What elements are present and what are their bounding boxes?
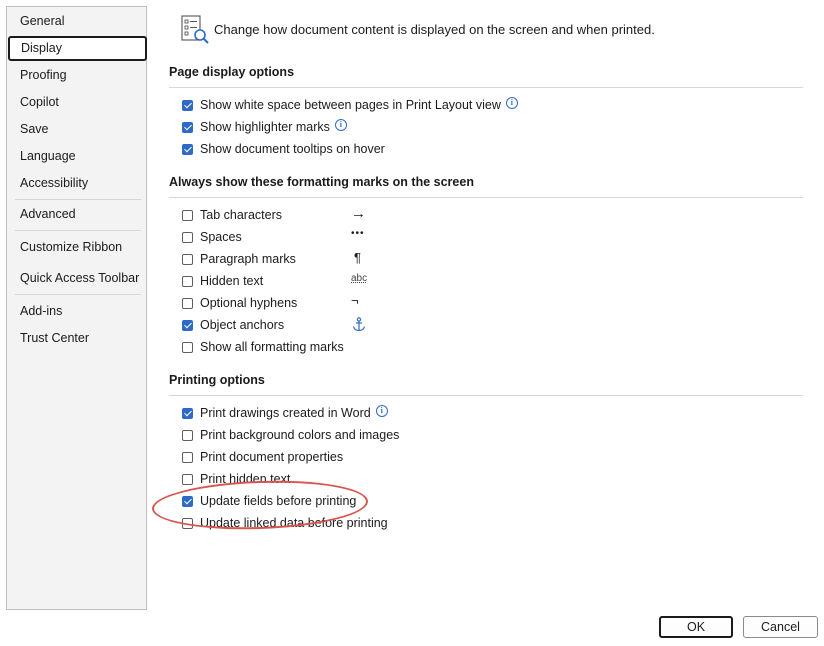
option-label: Print background colors and images — [200, 428, 400, 442]
info-icon[interactable]: i — [375, 404, 388, 417]
option-label: Print hidden text — [200, 472, 291, 486]
checkbox[interactable] — [182, 341, 193, 353]
nav-general[interactable]: General — [7, 9, 146, 34]
option-print-background[interactable]: Print background colors and images — [182, 426, 399, 444]
option-show-document-tooltips[interactable]: Show document tooltips on hover — [182, 140, 385, 158]
nav-language[interactable]: Language — [7, 144, 146, 169]
option-show-all-formatting-marks[interactable]: Show all formatting marks — [182, 338, 344, 356]
nav-copilot[interactable]: Copilot — [7, 90, 146, 115]
checkbox[interactable] — [182, 517, 193, 529]
option-label: Show document tooltips on hover — [200, 142, 385, 156]
option-print-document-properties[interactable]: Print document properties — [182, 448, 343, 466]
section-divider — [169, 87, 803, 88]
options-sidebar: General Display Proofing Copilot Save La… — [6, 6, 147, 610]
display-options-icon — [181, 15, 209, 45]
checkbox[interactable] — [182, 451, 193, 463]
nav-customize-ribbon[interactable]: Customize Ribbon — [7, 235, 146, 260]
checkbox[interactable] — [182, 297, 193, 309]
option-label: Update fields before printing — [200, 494, 357, 508]
nav-save[interactable]: Save — [7, 117, 146, 142]
nav-trust-center[interactable]: Trust Center — [7, 326, 146, 351]
anchor-icon — [352, 317, 366, 335]
option-show-white-space[interactable]: Show white space between pages in Print … — [182, 96, 518, 114]
nav-accessibility[interactable]: Accessibility — [7, 171, 146, 196]
checkbox[interactable] — [182, 99, 193, 111]
option-show-highlighter-marks[interactable]: Show highlighter marks i — [182, 118, 347, 136]
checkbox[interactable] — [182, 429, 193, 441]
option-label: Object anchors — [200, 318, 285, 332]
option-label: Spaces — [200, 230, 242, 244]
nav-divider — [15, 199, 141, 200]
option-label: Print document properties — [200, 450, 344, 464]
option-print-hidden-text[interactable]: Print hidden text — [182, 470, 290, 488]
checkbox[interactable] — [182, 275, 193, 287]
checkbox[interactable] — [182, 407, 193, 419]
checkbox[interactable] — [182, 319, 193, 331]
section-title-page-display: Page display options — [169, 65, 295, 79]
nav-advanced[interactable]: Advanced — [7, 202, 146, 227]
section-divider — [169, 395, 803, 396]
option-label: Show highlighter marks — [200, 120, 330, 134]
section-title-printing: Printing options — [169, 373, 265, 387]
option-print-drawings[interactable]: Print drawings created in Word i — [182, 404, 388, 422]
nav-divider — [15, 294, 141, 295]
checkbox[interactable] — [182, 209, 193, 221]
nav-proofing[interactable]: Proofing — [7, 63, 146, 88]
section-divider — [169, 197, 803, 198]
paragraph-mark: ¶ — [354, 250, 361, 265]
ok-button[interactable]: OK — [659, 616, 733, 638]
checkbox[interactable] — [182, 121, 193, 133]
option-label: Tab characters — [200, 208, 282, 222]
option-update-fields[interactable]: Update fields before printing — [182, 492, 356, 510]
option-paragraph-marks[interactable]: Paragraph marks — [182, 250, 296, 268]
space-mark-dots: ••• — [351, 228, 365, 239]
option-label: Optional hyphens — [200, 296, 298, 310]
tab-mark-arrow: → — [351, 205, 366, 222]
page-description: Change how document content is displayed… — [214, 22, 655, 37]
option-tab-characters[interactable]: Tab characters — [182, 206, 282, 224]
info-icon[interactable]: i — [505, 96, 518, 109]
checkbox[interactable] — [182, 231, 193, 243]
option-hidden-text[interactable]: Hidden text — [182, 272, 263, 290]
nav-quick-access-toolbar[interactable]: Quick Access Toolbar — [7, 266, 146, 291]
option-object-anchors[interactable]: Object anchors — [182, 316, 284, 334]
nav-add-ins[interactable]: Add-ins — [7, 299, 146, 324]
info-icon[interactable]: i — [334, 118, 347, 131]
option-spaces[interactable]: Spaces — [182, 228, 242, 246]
option-update-linked-data[interactable]: Update linked data before printing — [182, 514, 388, 532]
option-optional-hyphens[interactable]: Optional hyphens — [182, 294, 297, 312]
checkbox[interactable] — [182, 495, 193, 507]
section-title-formatting-marks: Always show these formatting marks on th… — [169, 175, 474, 189]
hidden-text-mark: abc — [351, 273, 368, 284]
nav-display[interactable]: Display — [8, 36, 147, 61]
optional-hyphen-mark: ¬ — [351, 293, 359, 308]
option-label: Paragraph marks — [200, 252, 296, 266]
nav-divider — [15, 230, 141, 231]
option-label: Show all formatting marks — [200, 340, 344, 354]
checkbox[interactable] — [182, 253, 193, 265]
cancel-button[interactable]: Cancel — [743, 616, 818, 638]
option-label: Print drawings created in Word — [200, 406, 371, 420]
option-label: Hidden text — [200, 274, 264, 288]
option-label: Show white space between pages in Print … — [200, 98, 501, 112]
checkbox[interactable] — [182, 473, 193, 485]
checkbox[interactable] — [182, 143, 193, 155]
option-label: Update linked data before printing — [200, 516, 388, 530]
